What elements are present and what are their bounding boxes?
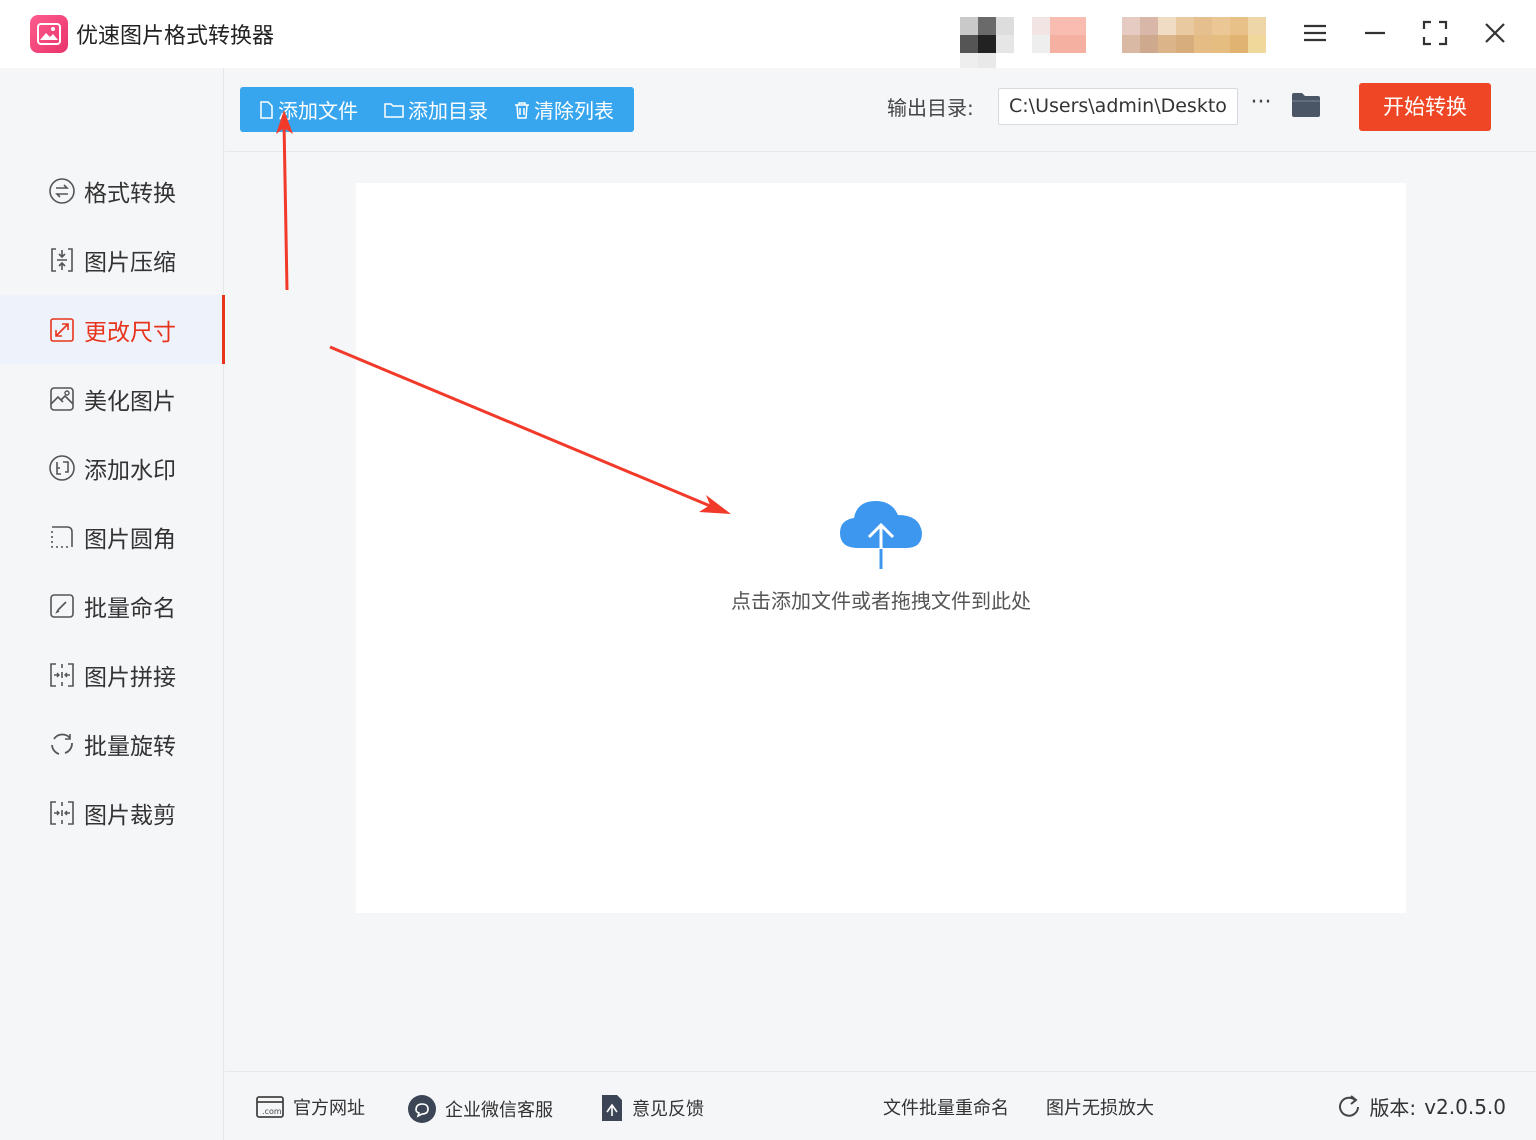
refresh-icon [1339, 1094, 1360, 1117]
open-folder-icon[interactable] [1291, 92, 1321, 120]
sidebar-item-crop[interactable]: 图片裁剪 [0, 778, 224, 847]
merge-icon [48, 661, 76, 689]
chat-icon [408, 1095, 436, 1123]
sidebar-item-batch-rename[interactable]: 批量命名 [0, 571, 224, 640]
website-icon: .com [256, 1096, 284, 1118]
sidebar: 格式转换 图片压缩 更改尺寸 美化图片 添加水印 图片圆角 批量命名 图片拼接 … [0, 68, 225, 1140]
sidebar-item-label: 更改尺寸 [84, 319, 176, 346]
file-icon [260, 100, 273, 119]
rotate-icon [48, 730, 76, 758]
sidebar-item-stitch[interactable]: 图片拼接 [0, 640, 224, 709]
sidebar-item-label: 图片圆角 [84, 526, 176, 553]
swap-circle-icon [48, 177, 76, 205]
batch-rename-link[interactable]: 文件批量重命名 [883, 1094, 1009, 1120]
compress-icon [48, 246, 76, 274]
official-website-link[interactable]: .com 官方网址 [255, 1094, 365, 1120]
app-logo-icon [30, 15, 68, 53]
cloud-upload-icon [836, 493, 926, 573]
blurred-user-area [960, 15, 1268, 71]
crop-icon [48, 799, 76, 827]
sidebar-item-label: 图片裁剪 [84, 802, 176, 829]
fullscreen-icon[interactable] [1420, 18, 1450, 48]
sidebar-item-format-convert[interactable]: 格式转换 [0, 156, 224, 225]
footer-bar: .com 官方网址 企业微信客服 意见反馈 文件批量重命名 图片无损放大 版本:… [225, 1071, 1536, 1140]
start-convert-button[interactable]: 开始转换 [1359, 83, 1491, 131]
edit-icon [48, 592, 76, 620]
minimize-icon[interactable] [1360, 18, 1390, 48]
stamp-icon [48, 454, 76, 482]
sidebar-item-rotate[interactable]: 批量旋转 [0, 709, 224, 778]
lossless-zoom-link[interactable]: 图片无损放大 [1046, 1094, 1154, 1120]
toolbar: 添加文件 添加目录 清除列表 输出目录: C:\Users\admin\Desk… [225, 68, 1536, 152]
file-button-group: 添加文件 添加目录 清除列表 [240, 87, 634, 132]
file-drop-zone[interactable]: 点击添加文件或者拖拽文件到此处 [356, 183, 1406, 913]
sidebar-item-watermark[interactable]: 添加水印 [0, 433, 224, 502]
sidebar-item-label: 美化图片 [84, 388, 176, 415]
feedback-icon [602, 1095, 622, 1121]
output-dir-field[interactable]: C:\Users\admin\Deskto [998, 88, 1238, 125]
palette-icon [48, 385, 76, 413]
version-info[interactable]: 版本: v2.0.5.0 [1337, 1092, 1506, 1121]
trash-icon [515, 101, 529, 119]
sidebar-item-label: 格式转换 [84, 180, 176, 207]
sidebar-item-compress[interactable]: 图片压缩 [0, 225, 224, 294]
sidebar-item-label: 图片压缩 [84, 249, 176, 276]
sidebar-item-round-corner[interactable]: 图片圆角 [0, 502, 224, 571]
browse-more-button[interactable]: ··· [1247, 88, 1275, 122]
clear-list-button[interactable]: 清除列表 [514, 87, 614, 132]
sidebar-item-label: 批量命名 [84, 595, 176, 622]
sidebar-item-label: 图片拼接 [84, 664, 176, 691]
app-title: 优速图片格式转换器 [76, 24, 275, 49]
wechat-service-link[interactable]: 企业微信客服 [407, 1094, 553, 1124]
resize-icon [48, 316, 76, 344]
sidebar-item-resize[interactable]: 更改尺寸 [0, 295, 225, 364]
round-corner-icon [48, 523, 76, 551]
folder-icon [384, 102, 404, 118]
svg-text:.com: .com [262, 1107, 282, 1116]
menu-icon[interactable] [1300, 18, 1330, 48]
add-file-button[interactable]: 添加文件 [258, 87, 358, 132]
feedback-link[interactable]: 意见反馈 [600, 1094, 704, 1122]
close-icon[interactable] [1480, 18, 1510, 48]
sidebar-item-beautify[interactable]: 美化图片 [0, 364, 224, 433]
drop-hint-text: 点击添加文件或者拖拽文件到此处 [731, 589, 1031, 613]
output-dir-label: 输出目录: [887, 96, 974, 120]
title-bar: 优速图片格式转换器 [0, 0, 1536, 71]
add-folder-button[interactable]: 添加目录 [384, 87, 488, 132]
sidebar-item-label: 批量旋转 [84, 733, 176, 760]
sidebar-item-label: 添加水印 [84, 457, 176, 484]
